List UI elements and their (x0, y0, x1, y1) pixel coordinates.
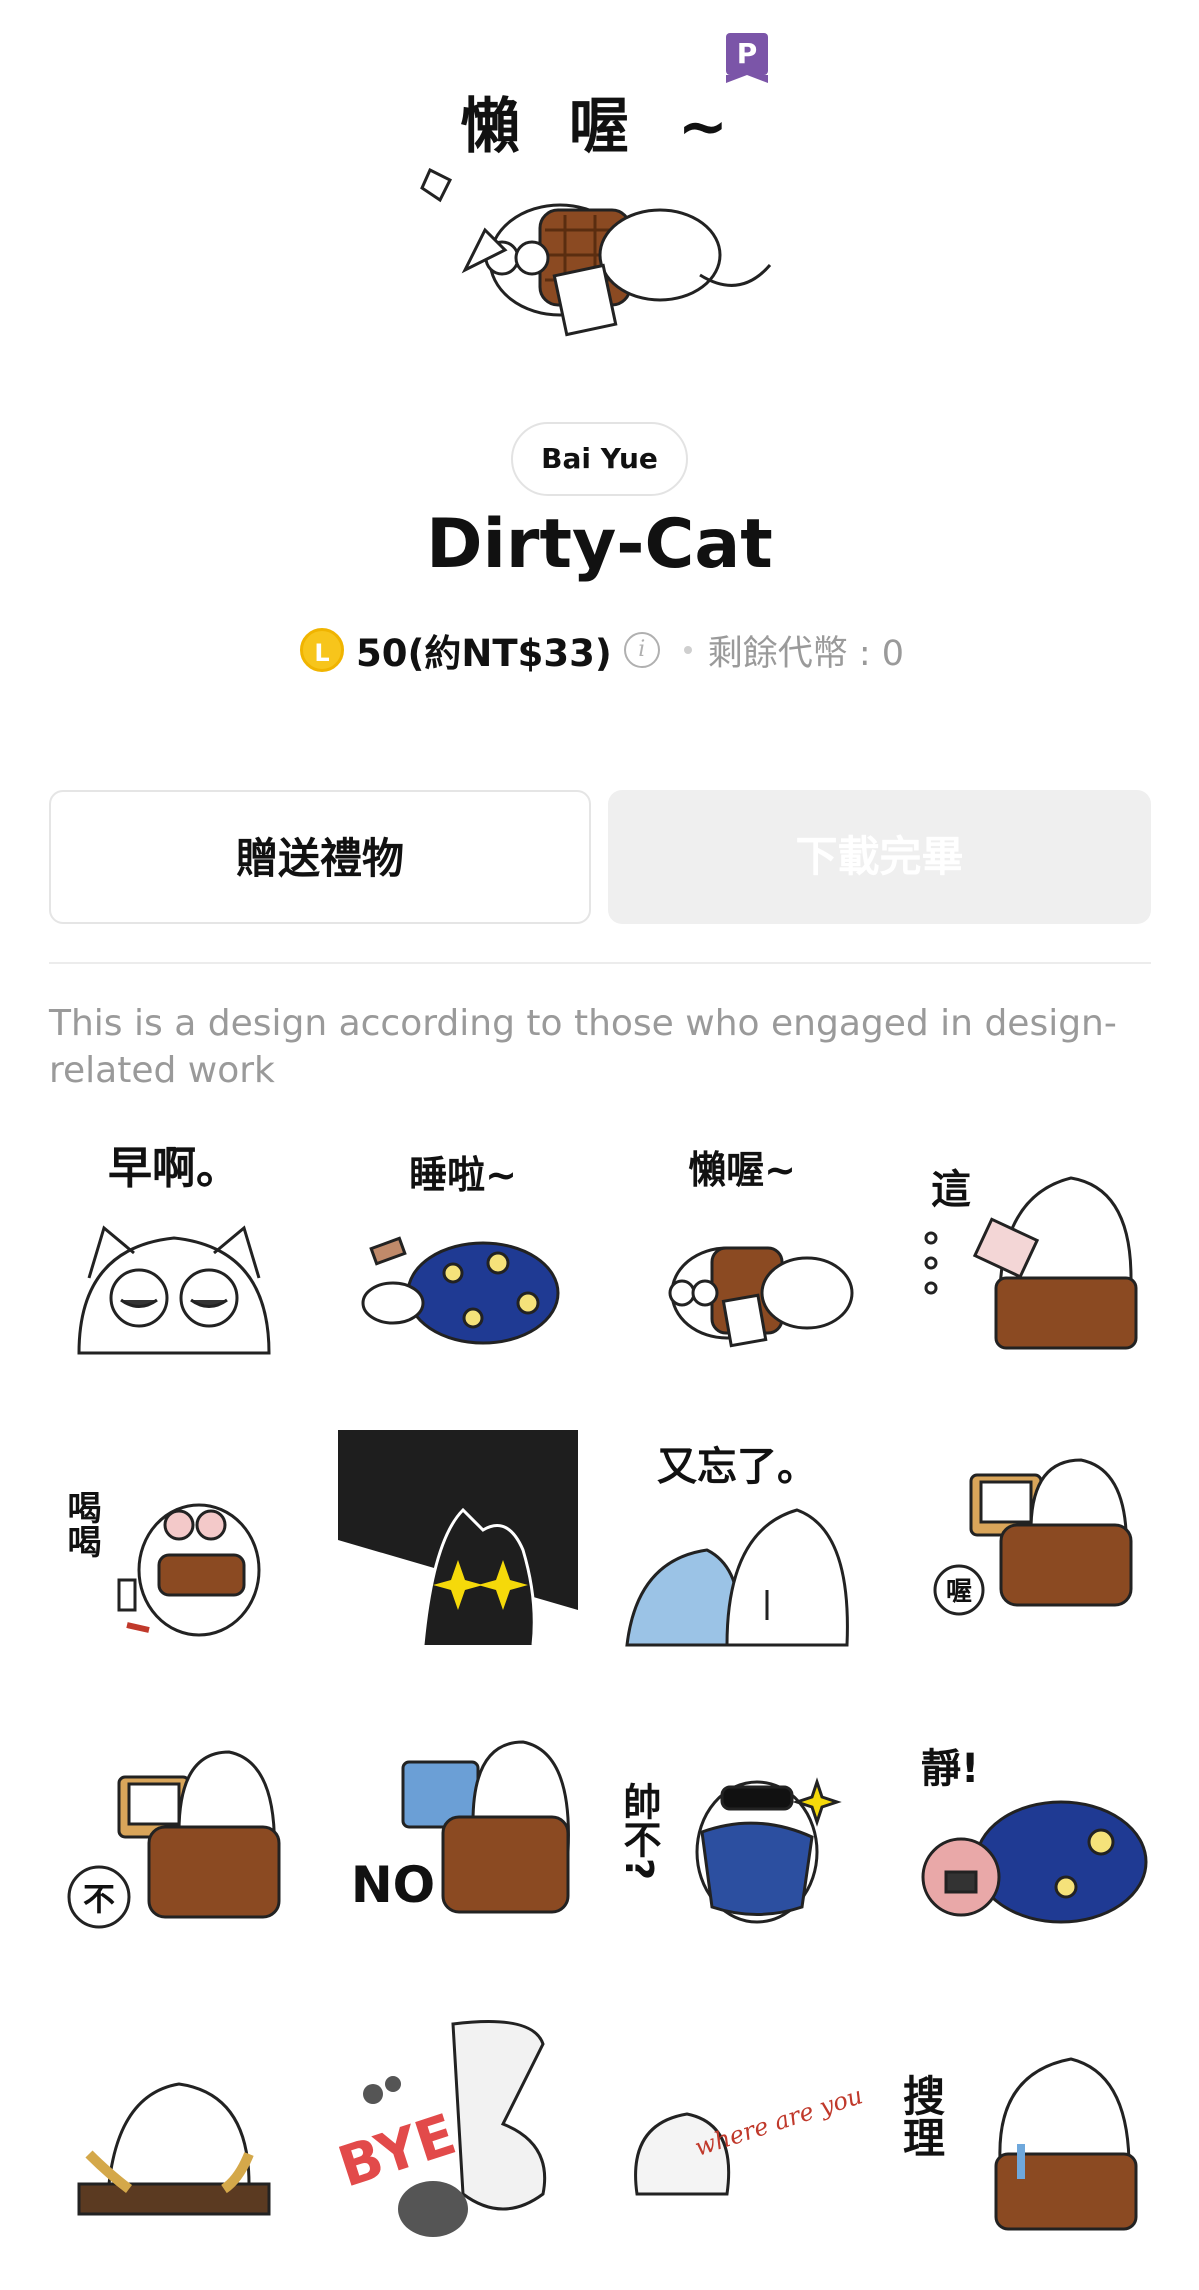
sticker-item[interactable]: NO (333, 1712, 583, 1952)
sticker-item[interactable]: 搜理 (901, 2004, 1151, 2244)
sticker-hero: 懶 喔 ~ P (0, 0, 1199, 400)
sticker-item[interactable]: BYE (333, 2004, 583, 2244)
sticker-description: This is a design according to those who … (49, 1003, 1117, 1091)
download-complete-button[interactable]: 下載完畢 (608, 790, 1151, 924)
premium-badge-icon: P (726, 33, 768, 83)
sticker-item[interactable]: 懶喔~ (617, 1128, 867, 1368)
sticker-item[interactable]: 帥不? (617, 1712, 867, 1952)
sticker-caption: where are you ?? (691, 2071, 867, 2162)
hero-caption: 懶 喔 ~ (460, 92, 743, 162)
sticker-item[interactable]: 喔 (901, 1420, 1151, 1660)
sticker-caption: 搜理 (901, 2074, 946, 2158)
sticker-caption: 早啊。 (108, 1143, 240, 1194)
sticker-item[interactable]: 又忘了。 (617, 1420, 867, 1660)
sticker-item[interactable]: where are you ?? (617, 2004, 867, 2244)
sticker-caption: 又忘了。 (657, 1444, 817, 1490)
author-link[interactable]: Bai Yue (511, 422, 688, 496)
divider (49, 962, 1151, 964)
sticker-caption: 這 (931, 1167, 971, 1213)
remaining-tokens: 剩餘代幣 : 0 (707, 633, 905, 674)
line-coin-icon: L (300, 628, 344, 672)
separator-dot (683, 646, 692, 654)
sticker-item[interactable]: 不 (49, 1712, 299, 1952)
price-row: L 50(約NT$33) i 剩餘代幣 : 0 (300, 622, 904, 678)
sticker-item[interactable]: 這 (901, 1128, 1151, 1368)
page-title: Dirty-Cat (426, 505, 773, 584)
sticker-caption: 不 (83, 1880, 115, 1918)
sticker-caption: NO (351, 1856, 435, 1914)
sticker-item[interactable]: 喝喝 (49, 1420, 299, 1660)
sticker-item[interactable]: 睡啦~ (333, 1128, 583, 1368)
sticker-item[interactable] (49, 2004, 299, 2244)
sticker-caption: 睡啦~ (409, 1153, 517, 1197)
sticker-caption: 喝喝 (61, 1490, 101, 1558)
sticker-caption: 懶喔~ (688, 1148, 796, 1192)
sticker-caption: 喔 (946, 1577, 972, 1607)
sticker-caption: 靜! (921, 1746, 979, 1792)
sticker-caption: 帥不? (617, 1782, 661, 1880)
sticker-item[interactable]: 早啊。 (49, 1128, 299, 1368)
send-gift-button[interactable]: 贈送禮物 (49, 790, 591, 924)
info-icon[interactable]: i (623, 632, 660, 668)
sticker-item[interactable] (333, 1420, 583, 1660)
sticker-item[interactable]: 靜! (901, 1712, 1151, 1952)
price-amount: 50(約NT$33) (356, 632, 612, 675)
